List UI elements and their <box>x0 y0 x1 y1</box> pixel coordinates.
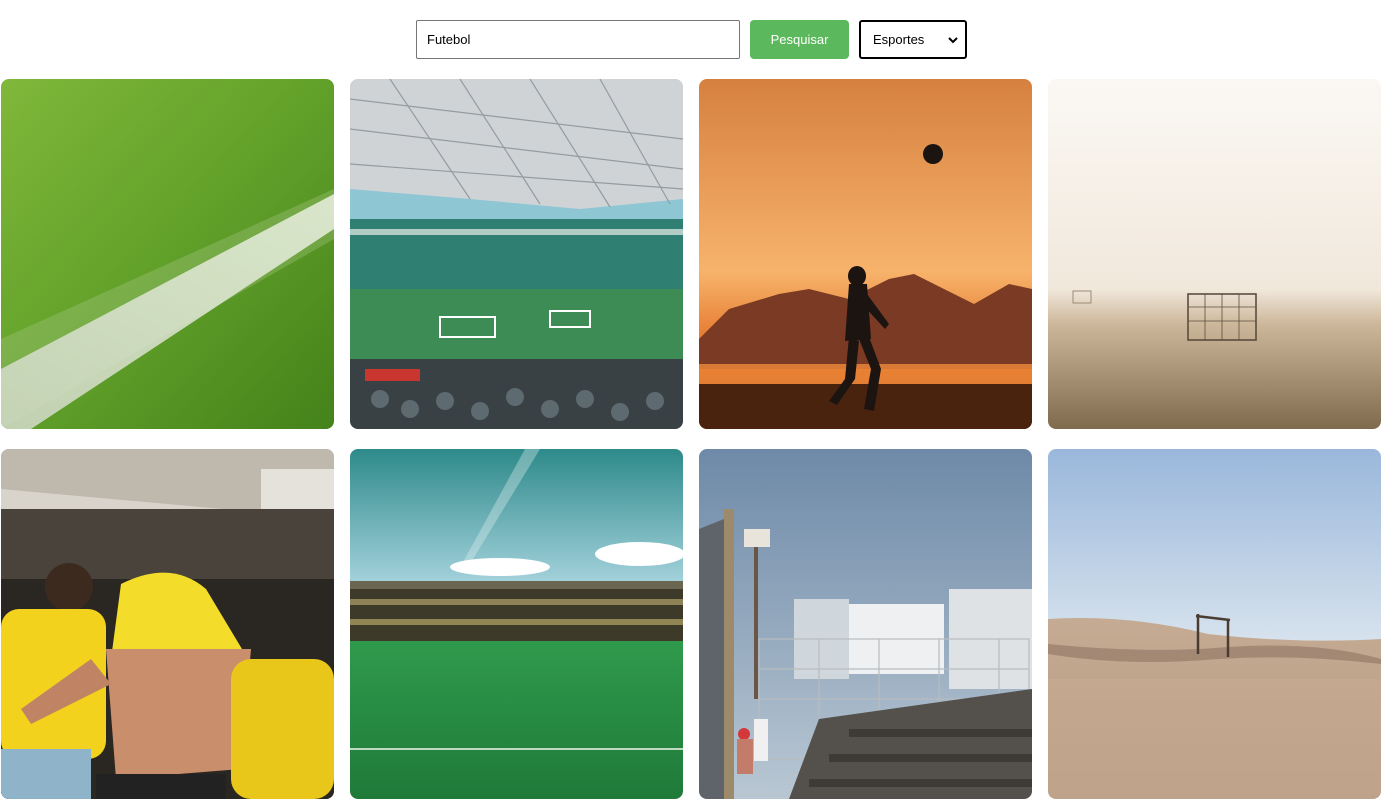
gallery-image[interactable] <box>1048 449 1381 799</box>
search-bar: Pesquisar Esportes <box>416 20 967 59</box>
gallery-image[interactable] <box>699 449 1032 799</box>
gallery-image[interactable] <box>1 79 334 429</box>
gallery-image[interactable] <box>699 79 1032 429</box>
category-select-value: Esportes <box>873 32 925 47</box>
search-input[interactable] <box>416 20 740 59</box>
search-button[interactable]: Pesquisar <box>750 20 849 59</box>
chevron-down-icon <box>947 34 959 46</box>
gallery-image[interactable] <box>1 449 334 799</box>
gallery-image[interactable] <box>1048 79 1381 429</box>
category-select[interactable]: Esportes <box>859 20 967 59</box>
gallery-image[interactable] <box>350 79 683 429</box>
image-gallery <box>1 79 1382 799</box>
gallery-image[interactable] <box>350 449 683 799</box>
